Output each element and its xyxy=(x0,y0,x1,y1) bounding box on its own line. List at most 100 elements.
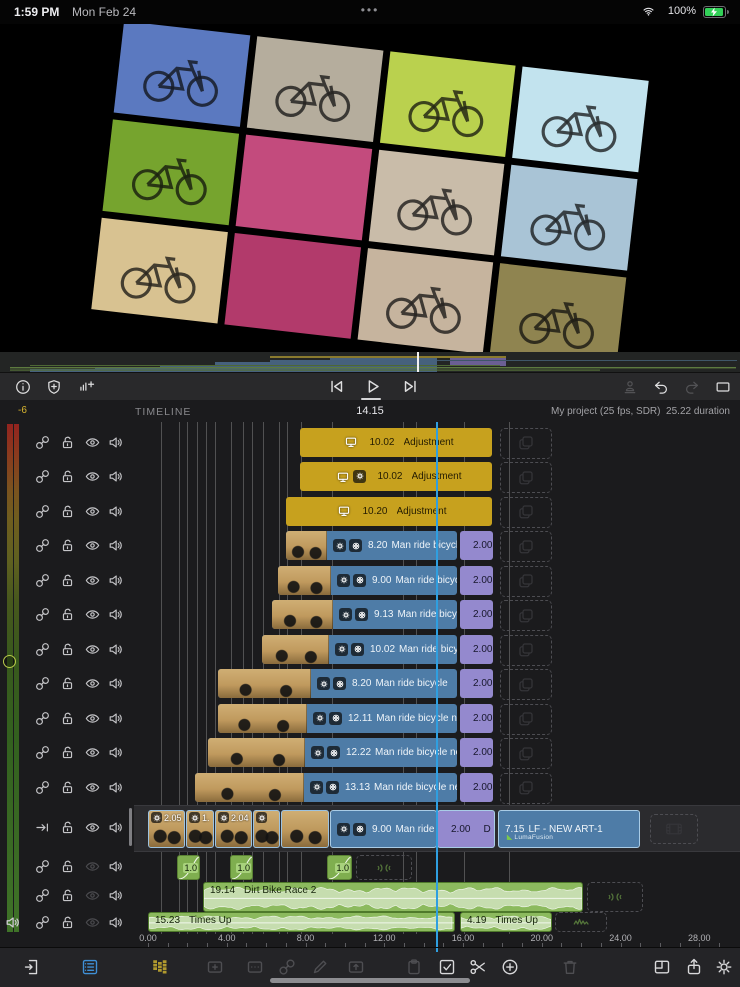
timeline-clip-title[interactable]: 2.00D xyxy=(437,810,495,848)
link-icon[interactable] xyxy=(34,468,51,485)
timeline-clip-adjustment[interactable]: 10.20Adjustment xyxy=(286,497,492,526)
stack-slot[interactable] xyxy=(500,497,552,528)
insert-icon[interactable] xyxy=(205,957,225,977)
audio-meter-right[interactable] xyxy=(14,424,20,932)
timeline-clip-video[interactable]: 9.00Man ride bicycle r xyxy=(278,566,457,595)
lock-icon[interactable] xyxy=(59,858,76,875)
timeline-clip-video[interactable]: 10.02Man ride bicycle near xyxy=(262,635,457,664)
link-icon[interactable] xyxy=(34,887,51,904)
audio-meter-left[interactable] xyxy=(7,424,13,932)
timeline-clip-video[interactable]: 7.15LF - NEW ART-1◣ LumaFusion xyxy=(498,810,640,848)
lock-icon[interactable] xyxy=(59,779,76,796)
timeline-clip-title[interactable]: 2.00D xyxy=(460,600,493,629)
lock-icon[interactable] xyxy=(59,819,76,836)
lock-icon[interactable] xyxy=(59,606,76,623)
timeline-clip-adjustment[interactable]: 10.02Adjustment xyxy=(300,428,492,457)
link-icon[interactable] xyxy=(34,710,51,727)
lock-icon[interactable] xyxy=(59,468,76,485)
link-icon[interactable] xyxy=(34,641,51,658)
timeline-playhead[interactable] xyxy=(436,422,438,947)
speaker-icon[interactable] xyxy=(107,710,124,727)
overview-playhead[interactable] xyxy=(417,352,419,372)
lock-icon[interactable] xyxy=(59,675,76,692)
audio-mixer-icon[interactable] xyxy=(150,957,170,977)
pencil-icon[interactable] xyxy=(310,957,330,977)
eye-icon[interactable] xyxy=(84,675,101,692)
stack-slot[interactable] xyxy=(500,669,552,700)
eye-icon[interactable] xyxy=(84,641,101,658)
link-icon[interactable] xyxy=(34,858,51,875)
audio-clip[interactable]: 4.19Times Up xyxy=(460,912,552,932)
lock-icon[interactable] xyxy=(59,914,76,931)
speaker-icon[interactable] xyxy=(107,914,124,931)
stack-slot[interactable] xyxy=(500,704,552,735)
timeline-clip-adjustment[interactable]: 10.02Adjustment xyxy=(300,462,492,491)
timeline-clip-mini[interactable]: 2.04 xyxy=(215,810,252,848)
audio-clip[interactable]: 19.14Dirt Bike Race 2 xyxy=(203,882,583,912)
select-check-icon[interactable] xyxy=(437,957,457,977)
replace-icon[interactable] xyxy=(346,957,366,977)
film-frame-slot[interactable] xyxy=(650,814,698,844)
layout-icon[interactable] xyxy=(652,957,672,977)
link-icon[interactable] xyxy=(34,744,51,761)
timeline-clip-video[interactable]: 12.22Man ride bicycle near beach in Barc xyxy=(208,738,457,767)
eye-icon[interactable] xyxy=(84,887,101,904)
stack-slot[interactable] xyxy=(500,635,552,666)
timeline-clip-mini[interactable]: 2.05 xyxy=(148,810,185,848)
timeline-clip-mini[interactable] xyxy=(253,810,280,848)
timeline-clip-title[interactable]: 2.00D xyxy=(460,738,493,767)
timeline-clip-video[interactable]: 13.13Man ride bicycle near beach in Barc… xyxy=(195,773,457,802)
audio-clip[interactable]: 15.23Times Up xyxy=(148,912,455,932)
library-icon[interactable] xyxy=(22,957,42,977)
stack-slot[interactable] xyxy=(500,773,552,804)
timeline-clip-title[interactable]: 2.00D xyxy=(460,669,493,698)
eye-icon[interactable] xyxy=(84,537,101,554)
link-icon[interactable] xyxy=(34,503,51,520)
audio-mini-clip[interactable]: 1.0 xyxy=(230,855,253,880)
stack-slot[interactable] xyxy=(500,462,552,493)
timeline-clip-title[interactable]: 2.00D xyxy=(460,704,493,733)
master-speaker-icon[interactable] xyxy=(4,914,21,931)
skip-forward-icon[interactable] xyxy=(400,376,421,397)
share-icon[interactable] xyxy=(684,957,704,977)
audio-duck-slot[interactable] xyxy=(587,882,643,912)
lock-icon[interactable] xyxy=(59,641,76,658)
paste-icon[interactable] xyxy=(404,957,424,977)
redo-icon[interactable] xyxy=(683,378,701,396)
stamp-icon[interactable] xyxy=(621,378,639,396)
audio-mini-clip[interactable]: 1.0 xyxy=(177,855,200,880)
settings-gear-icon[interactable] xyxy=(714,957,734,977)
info-icon[interactable] xyxy=(14,378,32,396)
timeline-clip-mini[interactable] xyxy=(281,810,329,848)
track-mode-icon[interactable] xyxy=(34,819,51,836)
frame-icon[interactable] xyxy=(714,378,732,396)
eye-icon[interactable] xyxy=(84,572,101,589)
home-indicator[interactable] xyxy=(270,978,470,983)
track-info-icon[interactable] xyxy=(80,957,100,977)
speaker-icon[interactable] xyxy=(107,744,124,761)
lock-icon[interactable] xyxy=(59,887,76,904)
link-icon[interactable] xyxy=(34,572,51,589)
timeline-clip-title[interactable]: 2.00D xyxy=(460,531,493,560)
eye-icon[interactable] xyxy=(84,819,101,836)
speaker-icon[interactable] xyxy=(107,819,124,836)
overwrite-icon[interactable] xyxy=(245,957,265,977)
undo-icon[interactable] xyxy=(652,378,670,396)
speaker-icon[interactable] xyxy=(107,503,124,520)
add-circle-icon[interactable] xyxy=(500,957,520,977)
audio-add-icon[interactable] xyxy=(78,378,96,396)
link-icon[interactable] xyxy=(34,537,51,554)
link-icon[interactable] xyxy=(34,914,51,931)
lock-icon[interactable] xyxy=(59,503,76,520)
eye-icon[interactable] xyxy=(84,710,101,727)
volume-handle[interactable] xyxy=(3,655,16,668)
lock-icon[interactable] xyxy=(59,434,76,451)
lock-icon[interactable] xyxy=(59,537,76,554)
link-icon[interactable] xyxy=(34,779,51,796)
multitask-dots[interactable]: ••• xyxy=(0,3,740,17)
marker-add-icon[interactable] xyxy=(45,378,63,396)
eye-icon[interactable] xyxy=(84,606,101,623)
link-icon[interactable] xyxy=(34,434,51,451)
eye-icon[interactable] xyxy=(84,503,101,520)
timeline-clip-title[interactable]: 2.00D xyxy=(460,635,493,664)
